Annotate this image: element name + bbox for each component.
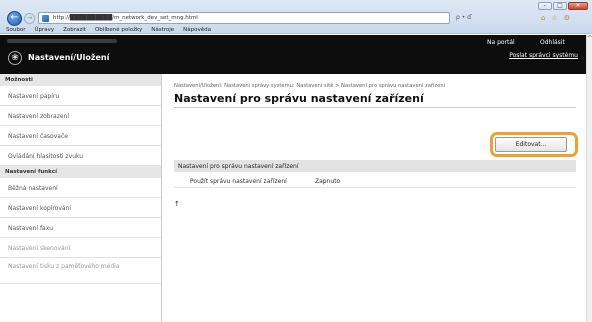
sidebar-item-paper[interactable]: Nastavení papíru (0, 86, 161, 106)
page-title: Nastavení pro správu nastavení zařízení (174, 92, 424, 105)
address-url: http://██████████/m_network_dev_set_mng.… (53, 15, 198, 21)
home-icon[interactable]: ⌂ (541, 14, 545, 22)
vertical-scrollbar[interactable]: ^ (586, 35, 592, 322)
menu-favorites[interactable]: Oblíbené položky (95, 26, 142, 34)
menu-view[interactable]: Zobrazit (63, 26, 86, 34)
forward-icon[interactable]: → (24, 13, 35, 24)
main-content: Nastavení/Uložení: Nastavení správy syst… (162, 74, 586, 322)
sidebar-section-functions: Nastavení funkcí (0, 166, 161, 178)
scroll-up-icon[interactable]: ^ (587, 35, 592, 43)
menu-help[interactable]: Nápověda (183, 26, 211, 34)
section-header: Nastavení pro správu nastavení zařízení (174, 160, 576, 172)
breadcrumb: Nastavení/Uložení: Nastavení správy syst… (174, 83, 446, 89)
mail-admin-link[interactable]: Poslat správci systému (509, 52, 578, 59)
sidebar-item-copy[interactable]: Nastavení kopírování (0, 198, 161, 218)
scroll-to-top-icon[interactable]: ↑ (174, 200, 180, 208)
page-icon (42, 15, 49, 22)
sidebar-item-fax[interactable]: Nastavení faxu (0, 218, 161, 238)
sidebar-item-common[interactable]: Běžná nastavení (0, 178, 161, 198)
toolbar-icons: ⌂ ☆ ⚙ (510, 12, 570, 24)
address-tools[interactable]: ρ • ď (456, 14, 471, 21)
menu-tools[interactable]: Nástroje (151, 26, 174, 34)
logout-link[interactable]: Odhlásit (540, 39, 565, 46)
title-divider (174, 107, 576, 108)
app-title: Nastavení/Uložení (28, 53, 110, 62)
window-controls: – □ ✕ (538, 2, 588, 10)
sidebar-item-memory-print[interactable]: Nastavení tisku z paměťového média (0, 258, 161, 284)
sidebar-item-volume[interactable]: Ovládání hlasitosti zvuku (0, 146, 161, 166)
minimize-button[interactable]: – (538, 2, 552, 10)
setting-value: Zapnuto (315, 178, 341, 185)
sidebar-section-options: Možnosti (0, 74, 161, 86)
back-icon[interactable]: ← (7, 11, 22, 26)
address-bar[interactable]: http://██████████/m_network_dev_set_mng.… (38, 12, 450, 24)
portal-link[interactable]: Na portál (487, 39, 515, 46)
sidebar-item-scan[interactable]: Nastavení skenování (0, 238, 161, 258)
browser-chrome: – □ ✕ ← → http://██████████/m_network_de… (0, 0, 592, 34)
star-icon[interactable]: ☆ (551, 14, 557, 22)
sidebar-item-timer[interactable]: Nastavení časovače (0, 126, 161, 146)
setting-label: Použít správu nastavení zařízení (190, 178, 287, 185)
menu-bar: Soubor Úpravy Zobrazit Oblíbené položky … (0, 26, 592, 34)
maximize-button[interactable]: □ (553, 2, 567, 10)
gear-icon[interactable]: ⚙ (564, 14, 570, 22)
page-header: ❀ Nastavení/Uložení Na portál Odhlásit P… (0, 35, 586, 74)
menu-edit[interactable]: Úpravy (34, 26, 54, 34)
settings-logo-icon: ❀ (8, 51, 22, 65)
setting-row: Použít správu nastavení zařízení Zapnuto (174, 174, 576, 188)
device-name-redacted (7, 39, 117, 43)
sidebar-item-display[interactable]: Nastavení zobrazení (0, 106, 161, 126)
sidebar: Možnosti Nastavení papíru Nastavení zobr… (0, 74, 162, 322)
edit-button[interactable]: Editovat... (495, 137, 567, 152)
close-button[interactable]: ✕ (568, 2, 588, 10)
menu-file[interactable]: Soubor (6, 26, 25, 34)
